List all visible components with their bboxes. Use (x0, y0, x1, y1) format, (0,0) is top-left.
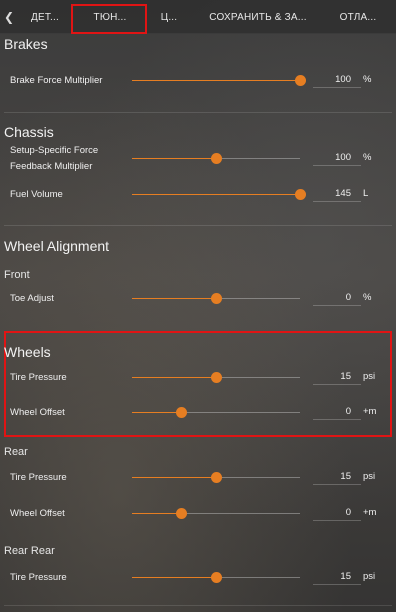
ffb-unit: % (363, 152, 372, 163)
brake-force-value[interactable]: 100 (313, 72, 361, 88)
brake-force-slider[interactable] (132, 75, 306, 86)
slider-handle[interactable] (211, 293, 222, 304)
slider-fill (132, 298, 216, 299)
ffb-label-line1: Setup-Specific Force (10, 145, 99, 156)
divider (4, 112, 392, 113)
section-title-wheels: Wheels (4, 344, 51, 360)
wheels-wheel-offset-unit: +m (363, 406, 377, 417)
wheels-tire-pressure-label: Tire Pressure (10, 372, 67, 383)
rear-rear-tire-pressure-unit: psi (363, 571, 376, 582)
slider-fill (132, 477, 216, 478)
slider-fill (132, 377, 216, 378)
slider-fill (132, 513, 181, 514)
slider-handle[interactable] (175, 407, 187, 418)
toe-adjust-unit: % (363, 292, 372, 303)
section-title-brakes: Brakes (4, 36, 48, 52)
ffb-label-line2: Feedback Multiplier (10, 161, 93, 172)
wheels-tire-pressure-slider[interactable] (132, 372, 300, 383)
rear-tire-pressure-slider[interactable] (132, 472, 300, 483)
rear-wheel-offset-label: Wheel Offset (10, 508, 65, 519)
rear-rear-tire-pressure-value[interactable]: 15 (313, 569, 361, 585)
slider-fill (132, 80, 300, 81)
divider (4, 225, 392, 226)
slider-handle[interactable] (175, 508, 187, 519)
slider-fill (132, 577, 216, 578)
tab-bar: ❮ ДЕТ... ТЮН... Ц... СОХРАНИТЬ & ЗА... О… (0, 0, 396, 34)
ffb-slider[interactable] (132, 153, 300, 164)
divider (4, 605, 392, 606)
wheels-tire-pressure-unit: psi (363, 371, 376, 382)
rear-tire-pressure-unit: psi (363, 471, 376, 482)
subsection-title-front: Front (4, 269, 30, 281)
slider-handle[interactable] (211, 472, 222, 483)
rear-tire-pressure-value[interactable]: 15 (313, 469, 361, 485)
fuel-volume-value[interactable]: 145 (313, 186, 361, 202)
tuning-panel: Brakes Brake Force Multiplier 100 % Chas… (0, 34, 396, 612)
slider-fill (132, 158, 216, 159)
subsection-title-rear-rear: Rear Rear (4, 545, 55, 557)
fuel-volume-label: Fuel Volume (10, 189, 63, 200)
tab-debug[interactable]: ОТЛА... (328, 0, 388, 34)
section-title-chassis: Chassis (4, 124, 54, 140)
toe-adjust-value[interactable]: 0 (313, 290, 361, 306)
slider-handle[interactable] (211, 372, 222, 383)
tab-tuning[interactable]: ТЮН... (74, 0, 146, 34)
rear-tire-pressure-label: Tire Pressure (10, 472, 67, 483)
rear-rear-tire-pressure-label: Tire Pressure (10, 572, 67, 583)
slider-handle[interactable] (211, 572, 222, 583)
rear-wheel-offset-unit: +m (363, 507, 377, 518)
slider-fill (132, 412, 181, 413)
wheels-wheel-offset-label: Wheel Offset (10, 407, 65, 418)
brake-force-unit: % (363, 74, 372, 85)
rear-wheel-offset-slider[interactable] (132, 508, 300, 519)
brake-force-label: Brake Force Multiplier (10, 75, 103, 86)
subsection-title-rear: Rear (4, 446, 28, 458)
fuel-volume-slider[interactable] (132, 189, 306, 200)
tab-paint[interactable]: Ц... (152, 0, 186, 34)
rear-rear-tire-pressure-slider[interactable] (132, 572, 300, 583)
slider-handle[interactable] (295, 189, 306, 200)
tab-save-load[interactable]: СОХРАНИТЬ & ЗА... (196, 0, 320, 34)
ffb-value[interactable]: 100 (313, 150, 361, 166)
slider-handle[interactable] (211, 153, 222, 164)
toe-adjust-label: Toe Adjust (10, 293, 54, 304)
slider-handle[interactable] (295, 75, 306, 86)
wheels-wheel-offset-value[interactable]: 0 (313, 404, 361, 420)
wheels-tire-pressure-value[interactable]: 15 (313, 369, 361, 385)
toe-adjust-slider[interactable] (132, 293, 300, 304)
rear-wheel-offset-value[interactable]: 0 (313, 505, 361, 521)
wheels-wheel-offset-slider[interactable] (132, 407, 300, 418)
tab-details[interactable]: ДЕТ... (20, 0, 70, 34)
section-title-wheel-alignment: Wheel Alignment (4, 238, 110, 254)
slider-fill (132, 194, 300, 195)
back-arrow-icon[interactable]: ❮ (3, 10, 15, 24)
fuel-volume-unit: L (363, 188, 369, 199)
